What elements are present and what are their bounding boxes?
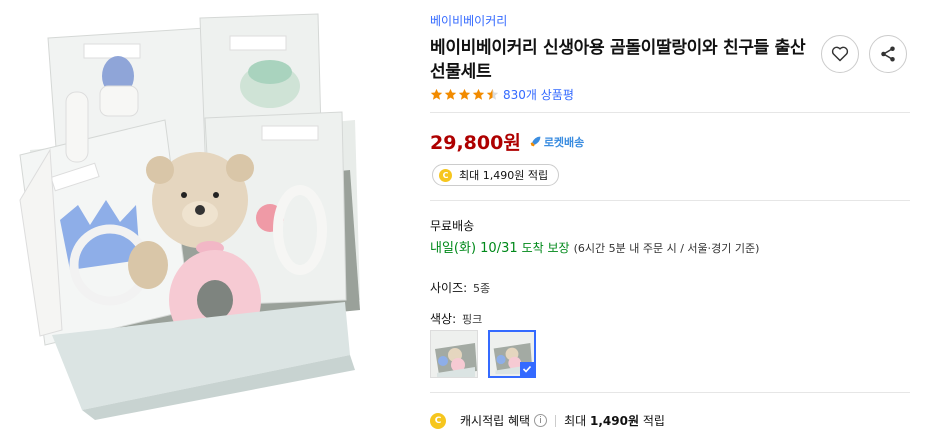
- star-icon: [458, 88, 471, 100]
- share-icon: [881, 46, 895, 62]
- separator: [555, 414, 557, 427]
- shipping-fee: 무료배송: [430, 219, 475, 233]
- share-button[interactable]: [869, 35, 907, 73]
- brand-link[interactable]: 베이비베이커리: [430, 12, 507, 29]
- info-icon[interactable]: i: [534, 414, 548, 427]
- cash-reward-pill: C 최대 1,490원 적립: [432, 164, 560, 186]
- sale-price: 29,800원: [430, 132, 521, 154]
- cash-benefit-amount: 1,490원: [589, 414, 639, 428]
- heart-icon: [831, 46, 849, 62]
- cash-benefit-prefix: 최대: [564, 414, 587, 428]
- cash-benefit-suffix: 적립: [642, 414, 665, 428]
- color-swatch-option[interactable]: [430, 330, 478, 378]
- coin-icon: C: [439, 168, 452, 182]
- product-image[interactable]: [0, 0, 410, 444]
- star-icon: [444, 88, 457, 100]
- divider: [430, 392, 910, 393]
- rating-stars: [430, 88, 499, 101]
- delivery-estimate: 내일(화) 10/31 도착 보장 (6시간 5분 내 주문 시 / 서울⋅경기…: [430, 237, 759, 256]
- delivery-note: (6시간 5분 내 주문 시 / 서울⋅경기 기준): [573, 242, 760, 255]
- size-option: 사이즈: 5종: [430, 279, 490, 296]
- rocket-delivery-label: 로켓배송: [543, 135, 585, 149]
- color-option: 색상: 핑크: [430, 310, 482, 327]
- rocket-delivery-badge: 로켓배송: [529, 134, 584, 150]
- review-count-link[interactable]: 830개 상품평: [503, 86, 574, 103]
- rocket-icon: [530, 136, 541, 147]
- cash-benefit-label: 캐시적립 혜택: [460, 414, 531, 428]
- cash-reward-text: 최대 1,490원 적립: [459, 169, 549, 182]
- color-value: 핑크: [461, 313, 483, 326]
- product-rating[interactable]: 830개 상품평: [430, 86, 574, 102]
- product-info: 베이비베이커리 베이비베이커리 신생아용 곰돌이딸랑이와 친구들 출산선물세트 …: [430, 0, 926, 444]
- size-value: 5종: [473, 282, 491, 295]
- divider: [430, 200, 910, 201]
- favorite-button[interactable]: [821, 35, 859, 73]
- color-swatch-selected[interactable]: [488, 330, 536, 378]
- divider: [430, 112, 910, 113]
- star-icon: [430, 88, 443, 100]
- price-row: 29,800원 로켓배송: [430, 128, 584, 155]
- coin-icon: C: [430, 412, 446, 429]
- star-icon: [486, 88, 499, 100]
- color-label: 색상:: [430, 312, 457, 326]
- delivery-date: 내일(화) 10/31: [430, 241, 518, 256]
- delivery-guarantee: 도착 보장: [521, 241, 570, 255]
- product-title: 베이비베이커리 신생아용 곰돌이딸랑이와 친구들 출산선물세트: [430, 38, 806, 82]
- size-label: 사이즈:: [430, 281, 468, 295]
- check-icon: [520, 362, 534, 376]
- cash-benefit-row: C 캐시적립 혜택 i 최대 1,490원 적립: [430, 412, 665, 429]
- star-icon: [472, 88, 485, 100]
